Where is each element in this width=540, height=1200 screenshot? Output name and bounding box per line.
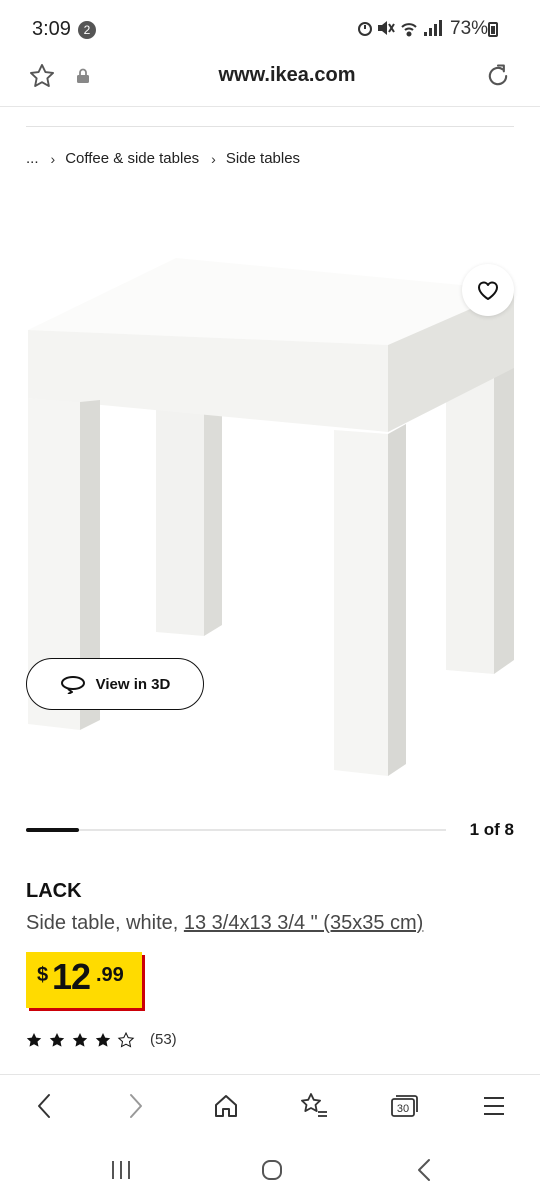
notification-badge: 2 — [78, 21, 96, 39]
star-icon — [95, 1033, 111, 1047]
signal-icon — [424, 20, 442, 36]
product-name[interactable]: LACK — [26, 880, 82, 903]
recent-apps-icon — [112, 1161, 130, 1179]
status-time: 3:09 — [32, 18, 71, 40]
home-nav-button[interactable] — [252, 1155, 292, 1185]
tabs-button[interactable]: 30 — [386, 1090, 422, 1122]
back-nav-button[interactable] — [404, 1155, 444, 1185]
view-in-3d-button[interactable]: View in 3D — [26, 658, 204, 710]
browser-toolbar — [0, 1074, 540, 1139]
view-in-3d-label: View in 3D — [95, 675, 171, 693]
home-icon — [215, 1095, 237, 1117]
breadcrumb-ellipsis[interactable]: ... — [26, 150, 39, 167]
status-icons — [356, 18, 446, 43]
favorite-button[interactable] — [462, 264, 514, 316]
product-dimensions-link[interactable]: 13 3/4x13 3/4 " (35x35 cm) — [184, 912, 423, 934]
bookmarks-button[interactable] — [296, 1090, 332, 1122]
reload-icon[interactable] — [484, 62, 512, 95]
alarm-icon — [358, 22, 372, 36]
svg-text:30: 30 — [397, 1103, 409, 1115]
price-whole: 12 — [52, 956, 91, 997]
half-star-icon — [117, 1031, 135, 1048]
divider — [26, 126, 514, 127]
forward-button[interactable] — [118, 1090, 154, 1122]
star-icon — [72, 1033, 88, 1047]
hamburger-menu-icon — [484, 1097, 504, 1115]
carousel-count: 1 of 8 — [469, 820, 514, 839]
home-button[interactable] — [208, 1090, 244, 1122]
carousel-progress — [26, 828, 79, 832]
product-description: Side table, white, 13 3/4x13 3/4 " (35x3… — [26, 912, 423, 935]
chevron-right-icon — [130, 1094, 142, 1118]
battery-percent: 73% — [450, 18, 489, 39]
battery-icon — [488, 22, 498, 37]
back-chevron-icon — [418, 1159, 430, 1181]
wifi-icon — [401, 23, 417, 37]
star-icon — [26, 1033, 42, 1047]
chevron-right-icon: › — [50, 150, 56, 167]
rating-stars[interactable] — [26, 1030, 142, 1056]
carousel-track[interactable] — [26, 829, 446, 831]
breadcrumb-item-side-tables[interactable]: Side tables — [226, 150, 300, 167]
bookmarks-star-icon — [301, 1093, 327, 1117]
home-circle-icon — [262, 1160, 282, 1180]
mute-icon — [378, 21, 395, 35]
rating-count[interactable]: (53) — [150, 1031, 177, 1048]
chevron-left-icon — [38, 1094, 50, 1118]
breadcrumb: ... › Coffee & side tables › Side tables — [26, 150, 300, 167]
heart-icon — [478, 281, 498, 300]
menu-button[interactable] — [476, 1090, 512, 1122]
chevron-right-icon: › — [211, 150, 216, 167]
tabs-icon: 30 — [391, 1095, 418, 1117]
rotate-3d-icon — [60, 676, 85, 694]
price-cents: .99 — [96, 964, 124, 986]
back-button[interactable] — [26, 1090, 62, 1122]
recent-apps-button[interactable] — [101, 1155, 141, 1185]
product-description-text: Side table, white, — [26, 912, 184, 934]
star-icon — [49, 1033, 65, 1047]
url-text[interactable]: www.ikea.com — [0, 64, 540, 87]
price-currency: $ — [37, 964, 49, 986]
breadcrumb-item-coffee-side-tables[interactable]: Coffee & side tables — [65, 150, 199, 167]
